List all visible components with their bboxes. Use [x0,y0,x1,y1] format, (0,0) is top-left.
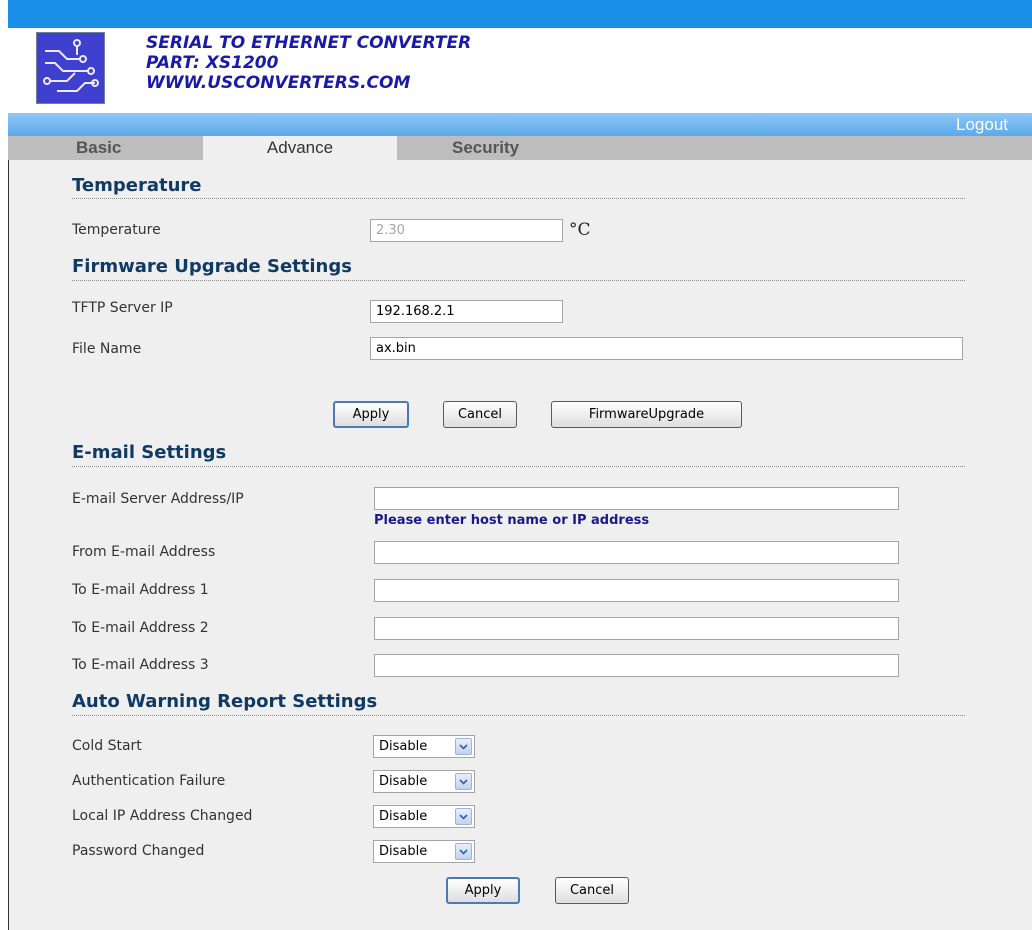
cold-start-select-value: Disable [379,739,428,754]
email-server-hint: Please enter host name or IP address [374,513,650,528]
authentication-failure-select-value: Disable [379,774,428,789]
tftp-server-ip-input[interactable] [370,300,563,323]
section-divider [72,715,965,716]
header: SERIAL TO ETHERNET CONVERTER PART: XS120… [8,28,1032,113]
auto-warning-section-title: Auto Warning Report Settings [72,691,378,712]
top-stripe [8,0,1032,28]
temperature-section-title: Temperature [72,175,202,196]
tab-security[interactable]: Security [452,136,519,160]
nav-band [8,113,1032,136]
header-title-line-2: PART: XS1200 [146,53,279,73]
to-email-1-label: To E-mail Address 1 [72,582,209,598]
authentication-failure-select[interactable]: Disable [373,770,475,793]
chevron-down-icon [455,738,472,755]
to-email-3-label: To E-mail Address 3 [72,657,209,673]
page: SERIAL TO ETHERNET CONVERTER PART: XS120… [0,0,1032,930]
from-email-input[interactable] [374,541,899,564]
local-ip-changed-label: Local IP Address Changed [72,808,253,824]
section-divider [72,198,965,199]
header-title-line-1: SERIAL TO ETHERNET CONVERTER [146,33,472,53]
section-divider [72,466,965,467]
firmware-section-title: Firmware Upgrade Settings [72,256,352,277]
warning-cancel-button[interactable]: Cancel [555,877,629,904]
tab-advance[interactable]: Advance [203,136,397,160]
warning-apply-button[interactable]: Apply [446,877,520,904]
section-divider [72,280,965,281]
to-email-1-input[interactable] [374,579,899,602]
email-section-title: E-mail Settings [72,442,227,463]
email-server-input[interactable] [374,487,899,510]
circuit-board-icon [36,32,105,104]
firmware-apply-button[interactable]: Apply [333,401,409,428]
to-email-2-input[interactable] [374,617,899,640]
chevron-down-icon [455,773,472,790]
email-server-label: E-mail Server Address/IP [72,491,244,507]
temperature-label: Temperature [72,222,161,238]
to-email-3-input[interactable] [374,654,899,677]
tftp-server-ip-label: TFTP Server IP [72,300,173,316]
from-email-label: From E-mail Address [72,544,216,560]
logout-link[interactable]: Logout [956,113,1008,136]
circuit-board-icon-graphic [43,39,99,92]
to-email-2-label: To E-mail Address 2 [72,620,209,636]
local-ip-changed-select[interactable]: Disable [373,805,475,828]
file-name-label: File Name [72,341,142,357]
tab-bar [8,136,1032,160]
firmware-upgrade-button[interactable]: FirmwareUpgrade [551,401,742,428]
cold-start-select[interactable]: Disable [373,735,475,758]
header-title-line-3: WWW.USCONVERTERS.COM [146,73,411,93]
local-ip-changed-select-value: Disable [379,809,428,824]
password-changed-select[interactable]: Disable [373,840,475,863]
authentication-failure-label: Authentication Failure [72,773,226,789]
temperature-unit: °C [569,220,591,240]
cold-start-label: Cold Start [72,738,142,754]
chevron-down-icon [455,808,472,825]
password-changed-select-value: Disable [379,844,428,859]
tab-basic[interactable]: Basic [76,136,121,160]
temperature-field [370,219,563,242]
password-changed-label: Password Changed [72,843,205,859]
chevron-down-icon [455,843,472,860]
file-name-input[interactable] [370,337,963,360]
firmware-cancel-button[interactable]: Cancel [443,401,517,428]
